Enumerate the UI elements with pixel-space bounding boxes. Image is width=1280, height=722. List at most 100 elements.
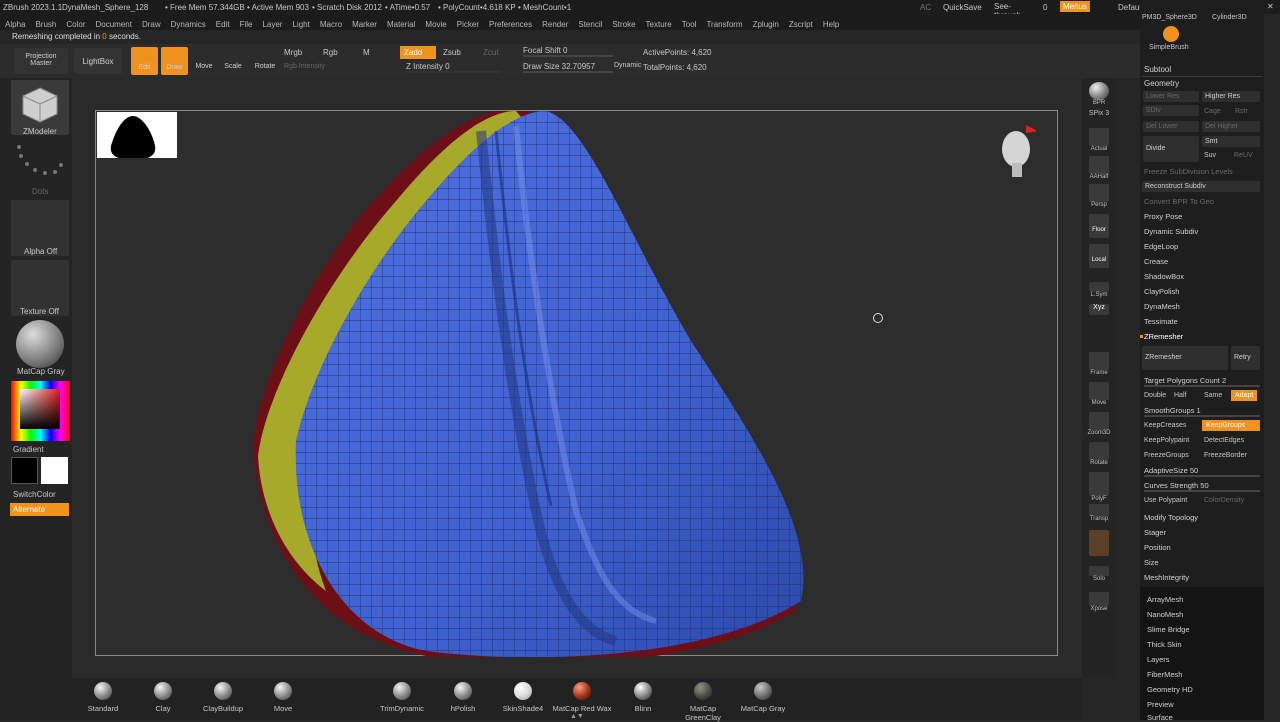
tool-thumbnail[interactable]: ZModeler: [11, 80, 69, 136]
brush-clay[interactable]: Clay: [145, 682, 181, 713]
menu-item[interactable]: Color: [61, 17, 90, 29]
smoothgroups-slider[interactable]: SmoothGroups 1: [1144, 406, 1260, 417]
stager-item[interactable]: Stager: [1144, 528, 1166, 537]
zremesher-header[interactable]: ZRemesher: [1144, 332, 1183, 341]
detectedges-toggle[interactable]: DetectEdges: [1204, 437, 1244, 444]
half-button[interactable]: Half: [1174, 392, 1186, 399]
keepcreases-toggle[interactable]: KeepCreases: [1144, 422, 1186, 429]
menu-item[interactable]: File: [235, 17, 258, 29]
cage-button[interactable]: Cage: [1204, 108, 1221, 115]
ghost-button[interactable]: [1087, 530, 1111, 556]
rgb-button[interactable]: Rgb: [323, 48, 338, 57]
brush-trimdynamic[interactable]: TrimDynamic: [374, 682, 430, 713]
menu-item[interactable]: Layer: [257, 17, 287, 29]
crease-item[interactable]: Crease: [1144, 257, 1168, 266]
mrgb-button[interactable]: Mrgb: [284, 48, 302, 57]
switchcolor-button[interactable]: SwitchColor: [13, 490, 56, 499]
local-button[interactable]: Local: [1087, 244, 1111, 268]
proxy-pose-item[interactable]: Proxy Pose: [1144, 212, 1182, 221]
retry-button[interactable]: Retry: [1231, 346, 1260, 370]
sculpt-mesh[interactable]: [96, 109, 1059, 665]
actual-button[interactable]: Actual: [1087, 128, 1111, 152]
orientation-gizmo[interactable]: [996, 123, 1049, 183]
modify-topology-item[interactable]: Modify Topology: [1144, 513, 1198, 522]
menu-item[interactable]: Alpha: [0, 17, 30, 29]
menu-item[interactable]: Preferences: [484, 17, 537, 29]
zremesher-button[interactable]: ZRemesher: [1142, 346, 1228, 370]
edit-button[interactable]: Edit: [131, 47, 158, 75]
reuv-button[interactable]: ReUV: [1234, 152, 1253, 159]
same-button[interactable]: Same: [1204, 392, 1222, 399]
brush-standard[interactable]: Standard: [83, 682, 123, 713]
projection-master-button[interactable]: Projection Master: [14, 48, 68, 74]
surface-item[interactable]: Surface: [1147, 713, 1173, 722]
layers-item[interactable]: Layers: [1147, 655, 1170, 664]
adaptivesize-slider[interactable]: AdaptiveSize 50: [1144, 466, 1260, 477]
menu-item[interactable]: Render: [537, 17, 573, 29]
menu-item[interactable]: Transform: [701, 17, 747, 29]
material-redwax[interactable]: MatCap Red Wax: [552, 682, 612, 713]
adapt-toggle[interactable]: Adapt: [1231, 390, 1258, 401]
z-intensity-slider[interactable]: Z Intensity 0: [406, 62, 501, 73]
material-matcap-gray[interactable]: MatCap Gray: [738, 682, 788, 713]
nanomesh-item[interactable]: NanoMesh: [1147, 610, 1183, 619]
menus-button[interactable]: Menus: [1060, 1, 1091, 12]
zoom3d-button[interactable]: Zoom3D: [1087, 412, 1111, 436]
stroke-thumbnail[interactable]: Dots: [11, 139, 69, 197]
close-icon[interactable]: ✕: [1267, 2, 1274, 11]
brush-move[interactable]: Move: [266, 682, 300, 713]
menu-item[interactable]: Light: [287, 17, 314, 29]
suv-toggle[interactable]: Suv: [1204, 152, 1216, 159]
use-polypaint-toggle[interactable]: Use Polypaint: [1144, 497, 1187, 504]
material-skinshade4[interactable]: SkinShade4: [499, 682, 547, 713]
menu-item[interactable]: Macro: [315, 17, 347, 29]
chevron-up-icon[interactable]: ▲▼: [570, 713, 584, 720]
polyf-button[interactable]: PolyF: [1087, 472, 1111, 502]
rstr-button[interactable]: Rstr: [1235, 108, 1248, 115]
lsym-button[interactable]: L.Sym: [1087, 282, 1111, 298]
keeppolypaint-toggle[interactable]: KeepPolypaint: [1144, 437, 1189, 444]
menu-item[interactable]: Marker: [347, 17, 382, 29]
del-higher-button[interactable]: Del Higher: [1202, 121, 1260, 132]
geometry-header[interactable]: Geometry: [1144, 79, 1179, 88]
dynamic-subdiv-item[interactable]: Dynamic Subdiv: [1144, 227, 1198, 236]
material-thumbnail[interactable]: MatCap Gray: [11, 320, 69, 376]
simplebrush-icon[interactable]: [1163, 26, 1179, 42]
freezeborder-toggle[interactable]: FreezeBorder: [1204, 452, 1247, 459]
meshintegrity-item[interactable]: MeshIntegrity: [1144, 573, 1189, 582]
color-density-slider[interactable]: ColorDensity: [1204, 497, 1244, 504]
document-canvas[interactable]: [95, 109, 1059, 665]
material-greenclay[interactable]: MatCap GreenClay: [672, 682, 734, 722]
focal-shift-slider[interactable]: Focal Shift 0: [523, 46, 613, 57]
brush-hpolish[interactable]: hPolish: [446, 682, 480, 713]
material-blinn[interactable]: Blinn: [628, 682, 658, 713]
color-saturation-square[interactable]: [20, 389, 60, 429]
tessimate-item[interactable]: Tessimate: [1144, 317, 1178, 326]
spix-slider[interactable]: SPix 3: [1087, 110, 1111, 117]
draw-size-slider[interactable]: Draw Size 32.70957: [523, 62, 613, 73]
bpr-button[interactable]: BPR: [1087, 82, 1111, 106]
claypolish-item[interactable]: ClayPolish: [1144, 287, 1179, 296]
thick-skin-item[interactable]: Thick Skin: [1147, 640, 1182, 649]
zcut-button[interactable]: Zcut: [483, 48, 499, 57]
scale-button[interactable]: Scale: [222, 50, 244, 74]
quicksave-button[interactable]: QuickSave: [943, 3, 982, 12]
double-button[interactable]: Double: [1144, 392, 1166, 399]
persp-button[interactable]: Persp: [1087, 184, 1111, 208]
higher-res-button[interactable]: Higher Res: [1202, 91, 1260, 102]
shadowbox-item[interactable]: ShadowBox: [1144, 272, 1184, 281]
floor-button[interactable]: Floor: [1087, 214, 1111, 238]
subtool-header[interactable]: Subtool: [1144, 65, 1171, 74]
secondary-color-swatch[interactable]: [41, 457, 68, 484]
edgeloop-item[interactable]: EdgeLoop: [1144, 242, 1178, 251]
color-picker[interactable]: [11, 381, 70, 441]
move-view-button[interactable]: Move: [1087, 382, 1111, 406]
menu-item[interactable]: Dynamics: [166, 17, 211, 29]
rotate-view-button[interactable]: Rotate: [1087, 442, 1111, 466]
menu-item[interactable]: Tool: [677, 17, 702, 29]
convert-bpr-button[interactable]: Convert BPR To Geo: [1144, 197, 1214, 206]
transp-button[interactable]: Transp: [1087, 504, 1111, 522]
brush-claybuildup[interactable]: ClayBuildup: [198, 682, 248, 713]
m-button[interactable]: M: [363, 48, 370, 57]
lightbox-button[interactable]: LightBox: [74, 48, 122, 74]
